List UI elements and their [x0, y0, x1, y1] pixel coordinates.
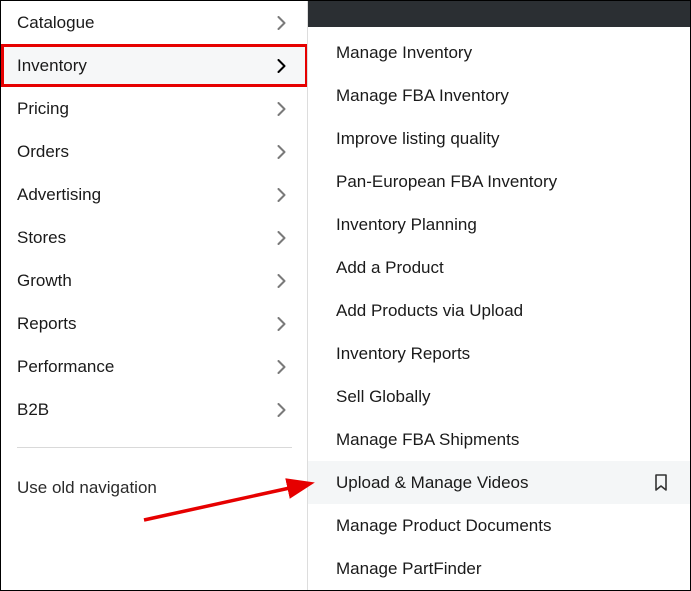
sidebar-item-label: Growth	[17, 271, 72, 291]
chevron-right-icon	[277, 360, 286, 374]
use-old-navigation-link[interactable]: Use old navigation	[1, 464, 308, 498]
sidebar-item-label: Advertising	[17, 185, 101, 205]
sidebar-item-pricing[interactable]: Pricing	[1, 87, 308, 130]
bookmark-icon[interactable]	[654, 474, 668, 491]
sidebar-item-label: Reports	[17, 314, 77, 334]
chevron-right-icon	[277, 231, 286, 245]
submenu-item-label: Sell Globally	[336, 387, 431, 407]
submenu-item-label: Upload & Manage Videos	[336, 473, 529, 493]
header-bar	[308, 1, 690, 27]
submenu-item-label: Manage FBA Inventory	[336, 86, 509, 106]
sidebar-item-b2b[interactable]: B2B	[1, 388, 308, 431]
sidebar-item-inventory[interactable]: Inventory	[1, 44, 308, 87]
sidebar-item-orders[interactable]: Orders	[1, 130, 308, 173]
sidebar-item-growth[interactable]: Growth	[1, 259, 308, 302]
submenu-item-label: Manage Product Documents	[336, 516, 551, 536]
sidebar-item-advertising[interactable]: Advertising	[1, 173, 308, 216]
submenu-item-improve-listing-quality[interactable]: Improve listing quality	[308, 117, 690, 160]
sidebar-item-label: Performance	[17, 357, 114, 377]
chevron-right-icon	[277, 59, 286, 73]
sidebar-item-label: Inventory	[17, 56, 87, 76]
submenu-panel: Manage Inventory Manage FBA Inventory Impr…	[308, 1, 690, 590]
chevron-right-icon	[277, 145, 286, 159]
sidebar-item-label: Orders	[17, 142, 69, 162]
sidebar-item-label: Catalogue	[17, 13, 95, 33]
submenu-item-label: Pan-European FBA Inventory	[336, 172, 557, 192]
submenu-item-label: Add a Product	[336, 258, 444, 278]
sidebar-item-catalogue[interactable]: Catalogue	[1, 1, 308, 44]
submenu-item-label: Manage FBA Shipments	[336, 430, 519, 450]
app-layout: Catalogue Inventory Pricing Orders Advertisi…	[1, 1, 690, 590]
submenu-item-label: Inventory Reports	[336, 344, 470, 364]
submenu-item-label: Manage Inventory	[336, 43, 472, 63]
chevron-right-icon	[277, 16, 286, 30]
chevron-right-icon	[277, 403, 286, 417]
submenu-item-label: Manage PartFinder	[336, 559, 482, 579]
sidebar-divider	[17, 447, 292, 448]
chevron-right-icon	[277, 274, 286, 288]
sidebar-item-label: Stores	[17, 228, 66, 248]
submenu-item-manage-fba-shipments[interactable]: Manage FBA Shipments	[308, 418, 690, 461]
submenu-item-manage-partfinder[interactable]: Manage PartFinder	[308, 547, 690, 590]
submenu-item-add-products-via-upload[interactable]: Add Products via Upload	[308, 289, 690, 332]
sidebar-item-performance[interactable]: Performance	[1, 345, 308, 388]
submenu-item-pan-european-fba-inventory[interactable]: Pan-European FBA Inventory	[308, 160, 690, 203]
submenu-item-manage-product-documents[interactable]: Manage Product Documents	[308, 504, 690, 547]
submenu-item-inventory-planning[interactable]: Inventory Planning	[308, 203, 690, 246]
submenu-item-add-a-product[interactable]: Add a Product	[308, 246, 690, 289]
nav-link-label: Use old navigation	[17, 478, 157, 497]
submenu-item-label: Improve listing quality	[336, 129, 499, 149]
submenu-list: Manage Inventory Manage FBA Inventory Impr…	[308, 27, 690, 590]
submenu-item-label: Add Products via Upload	[336, 301, 523, 321]
sidebar-item-reports[interactable]: Reports	[1, 302, 308, 345]
submenu-item-manage-inventory[interactable]: Manage Inventory	[308, 31, 690, 74]
sidebar-nav: Catalogue Inventory Pricing Orders Advertisi…	[1, 1, 308, 590]
chevron-right-icon	[277, 188, 286, 202]
sidebar-item-stores[interactable]: Stores	[1, 216, 308, 259]
submenu-item-label: Inventory Planning	[336, 215, 477, 235]
sidebar-item-label: Pricing	[17, 99, 69, 119]
sidebar-item-label: B2B	[17, 400, 49, 420]
submenu-item-upload-manage-videos[interactable]: Upload & Manage Videos	[308, 461, 690, 504]
submenu-item-inventory-reports[interactable]: Inventory Reports	[308, 332, 690, 375]
chevron-right-icon	[277, 317, 286, 331]
chevron-right-icon	[277, 102, 286, 116]
submenu-item-manage-fba-inventory[interactable]: Manage FBA Inventory	[308, 74, 690, 117]
submenu-item-sell-globally[interactable]: Sell Globally	[308, 375, 690, 418]
